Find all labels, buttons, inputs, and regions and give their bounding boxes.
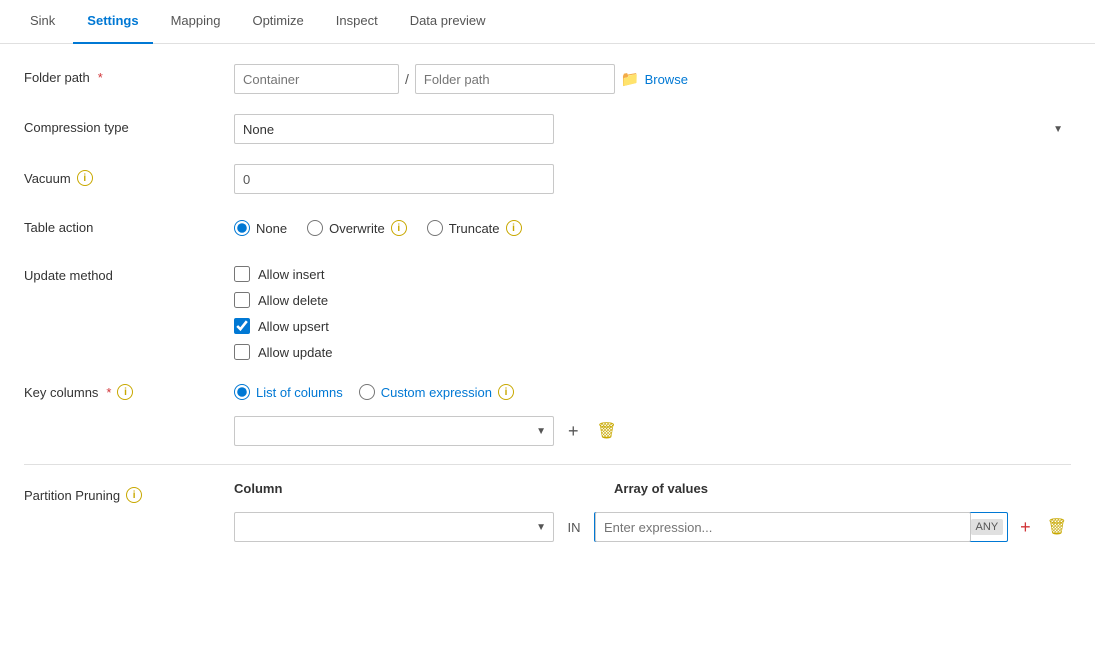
allow-insert-checkbox[interactable]: Allow insert (234, 266, 1071, 282)
partition-pruning-row: Partition Pruning i Column Array of valu… (24, 481, 1071, 542)
tab-mapping[interactable]: Mapping (157, 0, 235, 44)
any-badge: ANY (971, 519, 1004, 535)
partition-pruning-info-icon[interactable]: i (126, 487, 142, 503)
partition-data-row: ▼ IN ANY + 🗑 (234, 512, 1071, 542)
custom-expr-info-icon[interactable]: i (498, 384, 514, 400)
delete-partition-button[interactable]: 🗑 (1043, 513, 1071, 541)
compression-type-label: Compression type (24, 114, 234, 135)
plus-icon: + (568, 422, 579, 440)
allow-delete-checkbox[interactable]: Allow delete (234, 292, 1071, 308)
trash-icon: 🗑 (597, 421, 617, 441)
vacuum-input[interactable] (234, 164, 554, 194)
values-header: Array of values (614, 481, 708, 496)
folder-path-input[interactable] (415, 64, 615, 94)
compression-type-select[interactable]: None Gzip Deflate Bzip2 Lz4 Snappy Zstd (234, 114, 554, 144)
partition-plus-icon: + (1020, 518, 1031, 536)
folder-path-row: Folder path * / 📁 Browse (24, 64, 1071, 96)
partition-trash-icon: 🗑 (1047, 517, 1067, 537)
tab-settings[interactable]: Settings (73, 0, 152, 44)
allow-upsert-checkbox[interactable]: Allow upsert (234, 318, 1071, 334)
settings-content: Folder path * / 📁 Browse Compression typ… (0, 44, 1095, 652)
vacuum-info-icon[interactable]: i (77, 170, 93, 186)
expression-input[interactable] (595, 512, 971, 542)
allow-update-checkbox[interactable]: Allow update (234, 344, 1071, 360)
tab-sink[interactable]: Sink (16, 0, 69, 44)
key-columns-info-icon[interactable]: i (117, 384, 133, 400)
container-input[interactable] (234, 64, 399, 94)
add-key-column-button[interactable]: + (564, 418, 583, 444)
table-action-overwrite[interactable]: Overwrite i (307, 220, 407, 236)
key-columns-radio-group: List of columns Custom expression i (234, 378, 1071, 400)
table-action-radio-group: None Overwrite i Truncate i (234, 214, 1071, 236)
tab-data-preview[interactable]: Data preview (396, 0, 500, 44)
vacuum-row: Vacuum i (24, 164, 1071, 196)
column-header: Column (234, 481, 554, 496)
key-columns-expression[interactable]: Custom expression i (359, 384, 514, 400)
table-action-label: Table action (24, 214, 234, 235)
update-method-checkbox-group: Allow insert Allow delete Allow upsert A… (234, 264, 1071, 360)
table-action-row: Table action None Overwrite i Truncate i (24, 214, 1071, 246)
table-action-none[interactable]: None (234, 220, 287, 236)
in-label: IN (562, 520, 586, 535)
update-method-label: Update method (24, 264, 234, 283)
folder-path-label: Folder path * (24, 64, 234, 85)
tab-optimize[interactable]: Optimize (238, 0, 317, 44)
tab-bar: Sink Settings Mapping Optimize Inspect D… (0, 0, 1095, 44)
partition-pruning-label: Partition Pruning i (24, 481, 234, 503)
expression-container: ANY (594, 512, 1008, 542)
overwrite-info-icon[interactable]: i (391, 220, 407, 236)
partition-column-select[interactable] (234, 512, 554, 542)
tab-inspect[interactable]: Inspect (322, 0, 392, 44)
key-columns-row: Key columns * i List of columns Custom e… (24, 378, 1071, 446)
update-method-row: Update method Allow insert Allow delete … (24, 264, 1071, 360)
browse-button[interactable]: 📁 Browse (621, 70, 688, 88)
key-columns-select[interactable] (234, 416, 554, 446)
add-partition-button[interactable]: + (1016, 514, 1035, 540)
compression-chevron-icon: ▼ (1053, 124, 1063, 135)
delete-key-column-button[interactable]: 🗑 (593, 417, 621, 445)
vacuum-label: Vacuum i (24, 164, 234, 186)
table-action-truncate[interactable]: Truncate i (427, 220, 522, 236)
compression-type-row: Compression type None Gzip Deflate Bzip2… (24, 114, 1071, 146)
folder-icon: 📁 (621, 70, 640, 88)
key-columns-label: Key columns * i (24, 378, 234, 400)
key-columns-list[interactable]: List of columns (234, 384, 343, 400)
truncate-info-icon[interactable]: i (506, 220, 522, 236)
